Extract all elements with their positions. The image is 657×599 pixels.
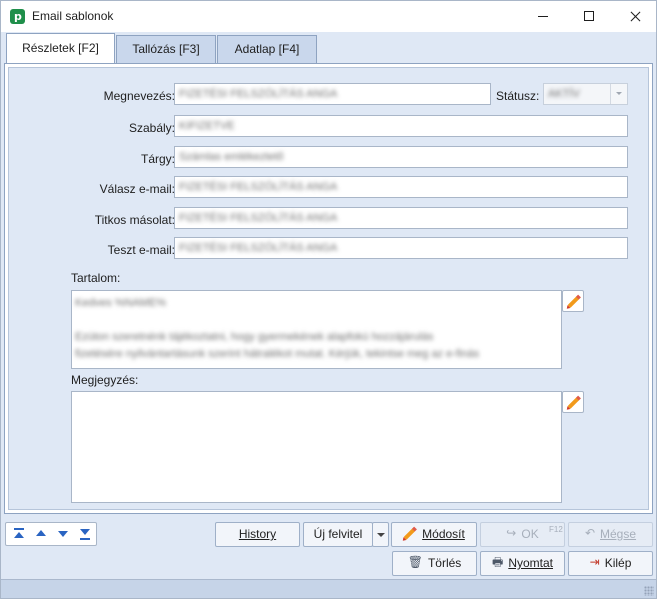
titkos-masolat-value: FIZETÉSI FELSZÓLÍTÁS ANGA — [179, 212, 338, 224]
pencil-icon — [567, 396, 580, 410]
window-title: Email sablonok — [32, 9, 114, 23]
tartalom-label: Tartalom: — [71, 271, 121, 285]
teszt-email-field[interactable]: FIZETÉSI FELSZÓLÍTÁS ANGA — [174, 237, 628, 259]
statusz-label: Státusz: — [496, 89, 540, 103]
titkos-masolat-field[interactable]: FIZETÉSI FELSZÓLÍTÁS ANGA — [174, 207, 628, 229]
szabaly-value: KIFIZETVE — [179, 120, 235, 132]
next-record-button[interactable] — [52, 525, 74, 543]
details-panel: Megnevezés: FIZETÉSI FELSZÓLÍTÁS ANGA St… — [4, 63, 653, 514]
delete-label: Törlés — [427, 556, 462, 570]
statusz-value: AKTÍV — [548, 88, 580, 100]
undo-icon: ↶ — [584, 526, 596, 541]
modify-label: Módosít — [422, 527, 465, 541]
minimize-icon — [538, 16, 548, 17]
exit-button[interactable]: ⇥ Kilép — [568, 551, 653, 576]
valasz-email-field[interactable]: FIZETÉSI FELSZÓLÍTÁS ANGA — [174, 176, 628, 198]
new-record-button[interactable]: Új felvitel — [303, 522, 373, 547]
megjegyzes-memo[interactable] — [71, 391, 562, 503]
enter-arrow-icon: ↪ — [506, 526, 517, 541]
tartalom-line: Ezúton szeretnénk tájékoztatni, hogy gye… — [75, 331, 434, 343]
megnevezes-field[interactable]: FIZETÉSI FELSZÓLÍTÁS ANGA — [174, 83, 491, 105]
first-record-button[interactable] — [8, 525, 30, 543]
cancel-label: Mégse — [600, 527, 637, 541]
previous-record-icon — [36, 530, 46, 536]
tartalom-memo[interactable]: Kedves %NAME% Ezúton szeretnénk tájékozt… — [71, 290, 562, 369]
ok-shortcut-hint: F12 — [549, 525, 563, 534]
new-record-label: Új felvitel — [313, 527, 363, 541]
tartalom-content: Kedves %NAME% Ezúton szeretnénk tájékozt… — [75, 295, 558, 363]
exit-door-icon: ⇥ — [589, 555, 600, 570]
minimize-button[interactable] — [520, 1, 566, 32]
statusz-dropdown[interactable]: AKTÍV — [543, 83, 628, 105]
trash-icon: 🗑 — [407, 555, 423, 570]
chevron-down-icon — [610, 84, 627, 104]
print-button[interactable]: 🖶 Nyomtat — [480, 551, 565, 576]
record-navigator — [5, 522, 97, 546]
printer-icon: 🖶 — [491, 555, 504, 570]
exit-label: Kilép — [604, 556, 632, 570]
pencil-icon — [403, 527, 417, 541]
new-record-dropdown-button[interactable] — [372, 522, 389, 547]
app-logo-letter: p — [14, 10, 22, 23]
szabaly-label: Szabály: — [128, 121, 175, 135]
next-record-icon — [58, 531, 68, 537]
details-form: Megnevezés: FIZETÉSI FELSZÓLÍTÁS ANGA St… — [8, 67, 649, 510]
megjegyzes-label: Megjegyzés: — [71, 373, 139, 387]
first-record-icon — [14, 528, 24, 530]
app-logo-icon: p — [10, 9, 25, 24]
delete-button[interactable]: 🗑 Törlés — [392, 551, 477, 576]
previous-record-button[interactable] — [30, 525, 52, 543]
close-button[interactable] — [612, 1, 657, 32]
tab-adatlap[interactable]: Adatlap [F4] — [217, 35, 317, 63]
targy-value: Számlas emlékeztető — [179, 151, 284, 163]
tartalom-line — [75, 312, 558, 329]
maximize-button[interactable] — [566, 1, 612, 32]
valasz-email-label: Válasz e-mail: — [99, 182, 175, 196]
title-bar[interactable]: p Email sablonok — [1, 1, 656, 32]
tartalom-line: Kedves %NAME% — [75, 297, 167, 309]
last-record-icon — [80, 529, 90, 535]
last-record-button[interactable] — [74, 525, 96, 543]
valasz-email-value: FIZETÉSI FELSZÓLÍTÁS ANGA — [179, 181, 338, 193]
email-templates-window: p Email sablonok Részletek [F2] Tallózás… — [0, 0, 657, 599]
targy-field[interactable]: Számlas emlékeztető — [174, 146, 628, 168]
cancel-button[interactable]: ↶ Mégse — [568, 522, 653, 547]
titkos-masolat-label: Titkos másolat: — [94, 213, 175, 227]
pencil-icon — [567, 295, 580, 309]
history-label: History — [238, 527, 277, 541]
print-label: Nyomtat — [508, 556, 553, 570]
tab-tallozas[interactable]: Tallózás [F3] — [116, 35, 216, 63]
teszt-email-label: Teszt e-mail: — [107, 243, 175, 257]
tab-reszletek[interactable]: Részletek [F2] — [6, 33, 115, 64]
megjegyzes-edit-button[interactable] — [562, 391, 584, 413]
ok-label: OK — [521, 527, 539, 541]
targy-label: Tárgy: — [140, 152, 175, 166]
tab-strip: Részletek [F2] Tallózás [F3] Adatlap [F4… — [1, 32, 656, 64]
history-button[interactable]: History — [215, 522, 300, 547]
resize-grip-icon[interactable] — [644, 586, 654, 596]
szabaly-field[interactable]: KIFIZETVE — [174, 115, 628, 137]
modify-button[interactable]: Módosít — [391, 522, 477, 547]
maximize-icon — [584, 11, 594, 21]
teszt-email-value: FIZETÉSI FELSZÓLÍTÁS ANGA — [179, 242, 338, 254]
megnevezes-label: Megnevezés: — [103, 89, 175, 103]
tartalom-line: fizetésére nyilvántartásunk szerint hátr… — [75, 348, 480, 360]
tartalom-edit-button[interactable] — [562, 290, 584, 312]
status-bar — [1, 579, 656, 598]
megnevezes-value: FIZETÉSI FELSZÓLÍTÁS ANGA — [179, 88, 338, 100]
